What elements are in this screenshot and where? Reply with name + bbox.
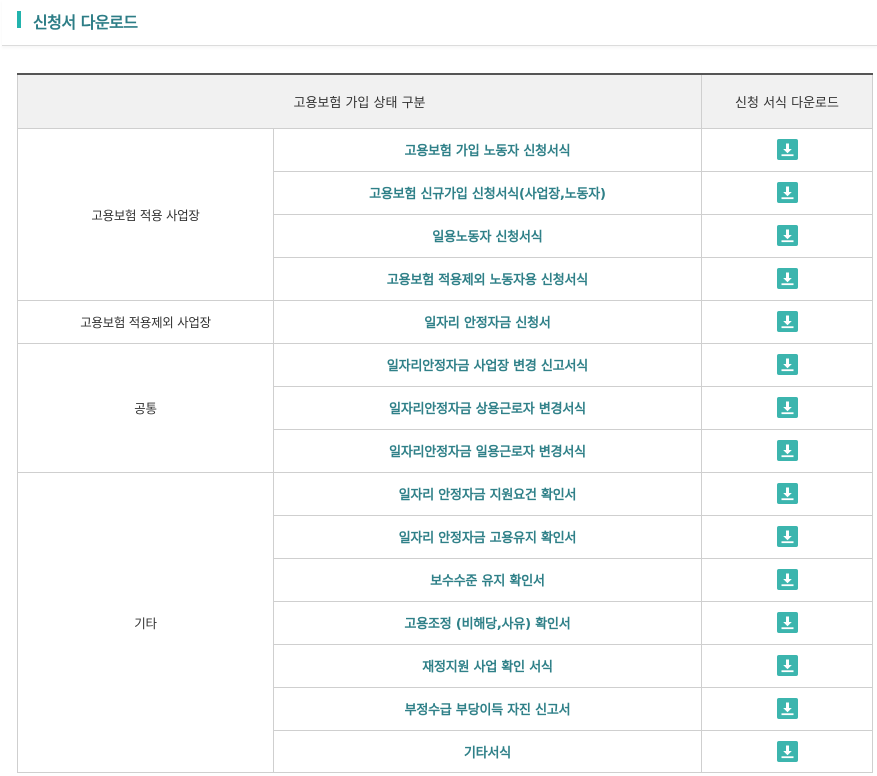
form-name-link[interactable]: 일자리안정자금 일용근로자 변경서식 <box>273 428 702 473</box>
download-cell <box>701 127 873 172</box>
download-cell <box>701 428 873 473</box>
download-button[interactable] <box>776 354 798 375</box>
download-table: 고용보험 가입 상태 구분 신청 서식 다운로드 고용보험 적용 사업장 고용보험… <box>17 73 873 773</box>
download-icon <box>777 354 798 375</box>
form-name-link[interactable]: 일자리 안정자금 고용유지 확인서 <box>273 514 702 559</box>
table-header-row: 고용보험 가입 상태 구분 신청 서식 다운로드 <box>17 73 873 129</box>
group-label: 기타 <box>17 471 274 773</box>
form-name-link[interactable]: 고용보험 가입 노동자 신청서식 <box>273 127 702 172</box>
form-name-link[interactable]: 일용노동자 신청서식 <box>273 213 702 258</box>
form-name-link[interactable]: 일자리안정자금 사업장 변경 신고서식 <box>273 342 702 387</box>
download-button[interactable] <box>776 483 798 504</box>
section-header: 신청서 다운로드 <box>2 0 877 46</box>
form-name-link[interactable]: 일자리안정자금 상용근로자 변경서식 <box>273 385 702 430</box>
download-cell <box>701 385 873 430</box>
table-row: 고용보험 적용 사업장 고용보험 가입 노동자 신청서식 <box>17 127 873 301</box>
table-row: 고용보험 적용제외 사업장 일자리 안정자금 신청서 <box>17 299 873 344</box>
download-icon <box>777 225 798 246</box>
download-icon <box>777 569 798 590</box>
form-name-link[interactable]: 보수수준 유지 확인서 <box>273 557 702 602</box>
download-button[interactable] <box>776 440 798 461</box>
form-name-link[interactable]: 기타서식 <box>273 729 702 773</box>
download-icon <box>777 526 798 547</box>
form-name-link[interactable]: 재정지원 사업 확인 서식 <box>273 643 702 688</box>
download-cell <box>701 729 873 773</box>
download-button[interactable] <box>776 612 798 633</box>
download-button[interactable] <box>776 268 798 289</box>
column-header-status: 고용보험 가입 상태 구분 <box>17 73 702 129</box>
download-cell <box>701 600 873 645</box>
form-name-link[interactable]: 일자리 안정자금 지원요건 확인서 <box>273 471 702 516</box>
download-cell <box>701 170 873 215</box>
download-cell <box>701 256 873 301</box>
table-body: 고용보험 적용 사업장 고용보험 가입 노동자 신청서식 고용보험 신규가입 신청서… <box>17 127 873 773</box>
download-button[interactable] <box>776 311 798 332</box>
download-cell <box>701 514 873 559</box>
download-icon <box>777 182 798 203</box>
download-button[interactable] <box>776 182 798 203</box>
download-icon <box>777 741 798 762</box>
download-button[interactable] <box>776 569 798 590</box>
download-button[interactable] <box>776 397 798 418</box>
download-icon <box>777 698 798 719</box>
form-name-link[interactable]: 부정수급 부당이득 자진 신고서 <box>273 686 702 731</box>
download-icon <box>777 311 798 332</box>
download-icon <box>777 655 798 676</box>
download-cell <box>701 557 873 602</box>
download-button[interactable] <box>776 740 798 762</box>
download-icon <box>777 440 798 461</box>
download-button[interactable] <box>776 655 798 676</box>
form-name-link[interactable]: 고용조정 (비해당,사유) 확인서 <box>273 600 702 645</box>
download-icon <box>777 612 798 633</box>
download-cell <box>701 213 873 258</box>
group-label: 고용보험 적용 사업장 <box>17 127 274 301</box>
download-icon <box>777 483 798 504</box>
form-name-link[interactable]: 고용보험 적용제외 노동자용 신청서식 <box>273 256 702 301</box>
download-button[interactable] <box>776 526 798 547</box>
form-name-link[interactable]: 일자리 안정자금 신청서 <box>273 299 702 344</box>
download-button[interactable] <box>776 139 798 160</box>
group-label: 공통 <box>17 342 274 473</box>
download-cell <box>701 471 873 516</box>
download-cell <box>701 643 873 688</box>
download-cell <box>701 342 873 387</box>
title-accent-bar <box>17 11 21 28</box>
column-header-download: 신청 서식 다운로드 <box>701 73 873 129</box>
download-icon <box>777 397 798 418</box>
download-icon <box>777 139 798 160</box>
download-cell <box>701 686 873 731</box>
form-name-link[interactable]: 고용보험 신규가입 신청서식(사업장,노동자) <box>273 170 702 215</box>
group-label: 고용보험 적용제외 사업장 <box>17 299 274 344</box>
table-row: 기타 일자리 안정자금 지원요건 확인서 <box>17 471 873 773</box>
download-icon <box>777 268 798 289</box>
download-cell <box>701 299 873 344</box>
download-button[interactable] <box>776 698 798 719</box>
page-title: 신청서 다운로드 <box>33 13 138 32</box>
download-button[interactable] <box>776 225 798 246</box>
table-row: 공통 일자리안정자금 사업장 변경 신고서식 <box>17 342 873 473</box>
